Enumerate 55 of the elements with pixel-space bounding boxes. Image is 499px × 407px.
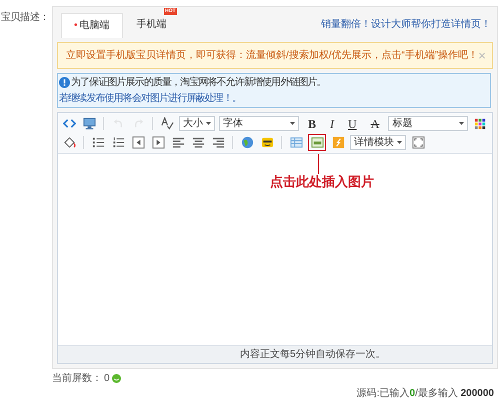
notice-text: 立即设置手机版宝贝详情页，即可获得：流量倾斜/搜索加权/优先展示，点击“手机端”操作吧！ bbox=[66, 48, 478, 63]
strikethrough-button[interactable]: A bbox=[366, 114, 384, 132]
fullscreen-icon bbox=[412, 136, 424, 149]
tab-label: 手机端 bbox=[136, 18, 167, 32]
source-counter: 源码:已输入0/最多输入 200000 bbox=[356, 386, 494, 401]
tab[interactable]: 手机端 bbox=[122, 13, 181, 37]
dropdown[interactable]: 标题 bbox=[388, 116, 468, 131]
image-icon bbox=[310, 136, 324, 149]
color-grid-icon bbox=[474, 117, 487, 130]
info-text: 为了保证图片展示的质量，淘宝网将不允许新增使用外链图片。 bbox=[71, 76, 326, 90]
dropdown[interactable]: 字体 bbox=[219, 116, 299, 131]
tab[interactable]: • 电脑端 bbox=[61, 13, 123, 38]
image-button[interactable] bbox=[308, 134, 326, 151]
caret-icon bbox=[459, 122, 464, 125]
field-label: 宝贝描述： bbox=[1, 12, 50, 23]
numbered-list-icon bbox=[112, 136, 124, 149]
spell-check-icon bbox=[160, 117, 174, 130]
globe-icon bbox=[240, 136, 254, 149]
caret-icon bbox=[290, 122, 295, 125]
flash-icon bbox=[332, 136, 344, 149]
tab-label: 电脑端 bbox=[80, 18, 110, 33]
monitor-icon bbox=[82, 117, 96, 130]
status-text: 内容正文每5分钟自动保存一次。 bbox=[240, 348, 386, 362]
emoticon-icon bbox=[260, 136, 274, 149]
monitor-button[interactable] bbox=[81, 116, 97, 132]
required-mark: • bbox=[74, 19, 78, 33]
caret-icon bbox=[206, 122, 211, 125]
table-icon bbox=[290, 136, 302, 149]
info-icon bbox=[59, 77, 70, 88]
info-link[interactable]: 若继续发布使用将会对图片进行屏蔽处理！。 bbox=[59, 91, 242, 106]
leader-line bbox=[318, 154, 319, 174]
screen-count-label: 当前屏数： bbox=[52, 372, 102, 386]
caret-icon bbox=[397, 141, 402, 144]
outdent-icon bbox=[132, 136, 144, 149]
outdent-button[interactable] bbox=[130, 134, 146, 150]
italic-button[interactable]: I bbox=[325, 114, 340, 132]
bold-button[interactable]: B bbox=[303, 114, 322, 132]
fullscreen-button[interactable] bbox=[410, 134, 426, 150]
align-center-icon bbox=[192, 136, 204, 149]
bulleted-list-icon bbox=[92, 136, 104, 149]
annotation-text: 点击此处插入图片 bbox=[270, 173, 374, 191]
paint-bucket-icon bbox=[62, 136, 76, 149]
promo-link[interactable]: 销量翻倍！设计大师帮你打造详情页！ bbox=[321, 17, 491, 32]
dropdown[interactable]: 详情模块 bbox=[350, 135, 406, 150]
dropdown[interactable]: 大小 bbox=[179, 116, 215, 131]
screen-count-value: 0 bbox=[104, 372, 110, 386]
align-right-icon bbox=[212, 136, 224, 149]
smiley-icon bbox=[112, 374, 121, 383]
indent-button[interactable] bbox=[150, 134, 166, 150]
underline-button[interactable]: U bbox=[343, 114, 362, 132]
source-code-icon bbox=[62, 117, 76, 130]
spell-check-button[interactable] bbox=[159, 116, 175, 132]
indent-icon bbox=[152, 136, 164, 149]
editor[interactable]: 大小 字体 B I U A 标题 详情模块 点击此处插入图片 内容正文每5分钟自动保存一次。 bbox=[57, 112, 493, 364]
align-left-icon bbox=[172, 136, 184, 149]
